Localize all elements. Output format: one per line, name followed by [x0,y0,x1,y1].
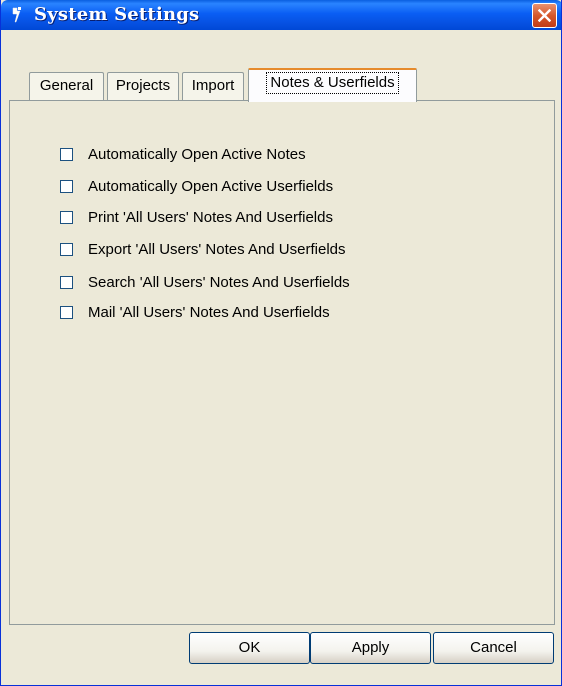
tab-projects-label: Projects [115,77,171,94]
notes-userfields-panel: Automatically Open Active Notes Automati… [9,100,555,625]
tab-general[interactable]: General [29,72,104,100]
checkbox[interactable] [60,243,73,256]
tab-import[interactable]: Import [182,72,244,100]
tab-import-label: Import [191,77,235,94]
tab-general-label: General [39,77,94,94]
ok-button[interactable]: OK [189,632,310,664]
option-label: Print 'All Users' Notes And Userfields [88,209,333,226]
window-title: System Settings [34,4,200,25]
option-label: Search 'All Users' Notes And Userfields [88,274,350,291]
option-label: Mail 'All Users' Notes And Userfields [88,304,330,321]
option-label: Automatically Open Active Notes [88,146,306,163]
cancel-button[interactable]: Cancel [433,632,554,664]
checkbox[interactable] [60,211,73,224]
option-label: Export 'All Users' Notes And Userfields [88,241,346,258]
checkbox[interactable] [60,306,73,319]
app-icon [10,6,26,24]
checkbox[interactable] [60,180,73,193]
title-bar[interactable]: System Settings [1,0,561,30]
tab-projects[interactable]: Projects [107,72,179,100]
system-settings-dialog: System Settings General Projects Import … [0,0,562,686]
apply-button[interactable]: Apply [310,632,431,664]
tab-notes-userfields[interactable]: Notes & Userfields [248,68,417,102]
close-button[interactable] [532,3,557,28]
checkbox[interactable] [60,276,73,289]
option-label: Automatically Open Active Userfields [88,178,334,195]
checkbox[interactable] [60,148,73,161]
tab-notes-userfields-label: Notes & Userfields [266,72,399,94]
